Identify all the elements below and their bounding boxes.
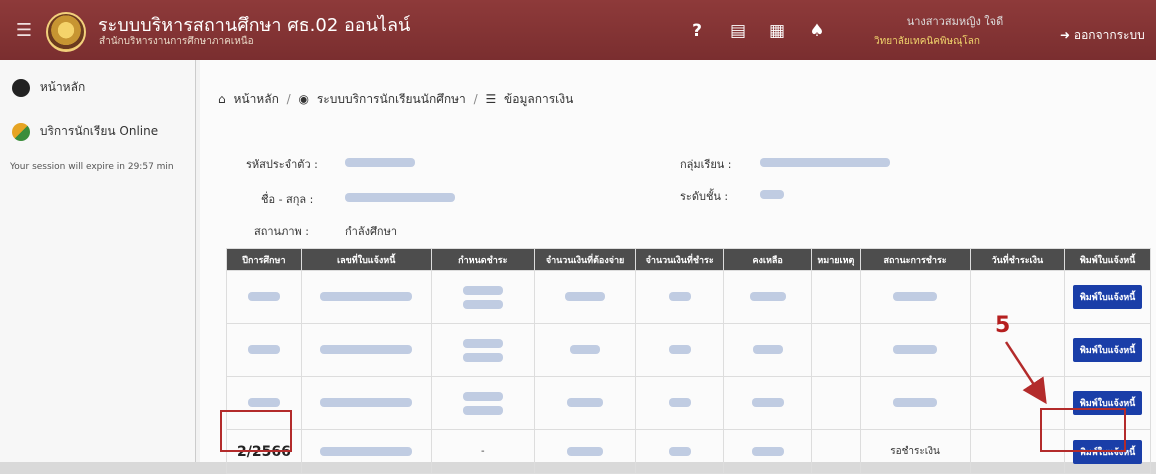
header-remark: หมายเหตุ [811,248,861,271]
header-payment-status: สถานะการชำระ [859,248,971,271]
user-school: วิทยาลัยเทคนิคพิษณุโลก [874,36,980,47]
cell-amount-due [533,270,637,324]
header-due-date: กำหนดชำระ [430,248,535,271]
breadcrumb-home[interactable]: หน้าหลัก [233,92,278,106]
cell-term [226,270,302,324]
home-icon [12,78,30,97]
header-term: ปีการศึกษา [226,248,302,271]
sidebar-item-home[interactable]: หน้าหลัก [12,78,85,97]
cell-balance [723,270,813,324]
group-value [760,155,890,168]
level-label: ระดับชั้น : [680,190,729,203]
sidebar-item-online-services[interactable]: บริการนักเรียน Online [12,122,158,141]
cell-amount-due [533,376,637,430]
header-print-invoice: พิมพ์ใบแจ้งหนี้ [1064,248,1151,271]
session-timer: Your session will expire in 29:57 min [10,162,174,172]
bell-icon[interactable]: ♠ [806,20,828,42]
cell-amount-due [533,429,637,474]
cell-amount-paid [635,376,725,430]
cell-invoice-no[interactable] [300,270,432,324]
services-icon: ◉ [298,92,310,106]
student-id-label: รหัสประจำตัว : [246,158,318,171]
cell-payment-date [969,270,1066,324]
student-name-label: ชื่อ - สกุล : [261,193,314,206]
app-subtitle: สำนักบริหารงานการศึกษาภาคเหนือ [99,36,254,47]
header-balance: คงเหลือ [723,248,813,271]
table-row: พิมพ์ใบแจ้งหนี้ [226,376,1151,430]
group-label: กลุ่มเรียน : [680,158,732,171]
cell-balance [723,429,813,474]
home-icon: ⌂ [218,92,226,106]
cell-remark [811,270,861,324]
annotation-number: 5 [995,313,1011,338]
cell-remark [811,376,861,430]
header-amount-due: จำนวนเงินที่ต้องจ่าย [533,248,637,271]
ministry-seal-logo [46,12,86,52]
breadcrumb-service[interactable]: ระบบบริการนักเรียนนักศึกษา [317,92,466,106]
logout-button[interactable]: ➜ ออกจากระบบ [1060,26,1145,45]
list-icon: ☰ [485,92,497,106]
app-window: ☰ ระบบบริหารสถานศึกษา ศธ.02 ออนไลน์ สำนั… [0,0,1156,474]
cell-due-date: - [430,429,535,474]
cell-amount-due [533,323,637,377]
highlight-print-box [1040,408,1126,452]
header-payment-date: วันที่ชำระเงิน [969,248,1066,271]
breadcrumb-current: ข้อมูลการเงิน [504,92,574,106]
cell-invoice-no[interactable] [300,376,432,430]
logout-label: ออกจากระบบ [1073,28,1145,42]
cell-amount-paid [635,270,725,324]
logout-icon: ➜ [1060,28,1071,42]
cell-invoice-no[interactable] [300,323,432,377]
print-invoice-button[interactable]: พิมพ์ใบแจ้งหนี้ [1072,285,1143,309]
cell-payment-date [969,323,1066,377]
cell-amount-paid [635,323,725,377]
cell-print: พิมพ์ใบแจ้งหนี้ [1064,323,1151,377]
cell-balance [723,376,813,430]
main-content: ⌂ หน้าหลัก / ◉ ระบบบริการนักเรียนนักศึกษ… [200,60,1156,474]
cell-status: รอชำระเงิน [859,429,971,474]
cell-amount-paid [635,429,725,474]
cell-remark [811,429,861,474]
invoice-table: ปีการศึกษา เลขที่ใบแจ้งหนี้ กำหนดชำระ จำ… [226,248,1151,474]
sidebar-item-label: บริการนักเรียน Online [39,124,159,138]
student-name-value [345,190,455,203]
breadcrumb-separator: / [286,92,291,106]
cell-due-date [430,376,535,430]
help-icon[interactable]: ? [686,20,708,42]
header-invoice-no: เลขที่ใบแจ้งหนี้ [300,248,432,271]
cell-balance [723,323,813,377]
print-invoice-button[interactable]: พิมพ์ใบแจ้งหนี้ [1072,338,1143,362]
sidebar-item-label: หน้าหลัก [39,80,86,94]
cell-invoice-no[interactable] [300,429,432,474]
top-navbar: ☰ ระบบบริหารสถานศึกษา ศธ.02 ออนไลน์ สำนั… [0,0,1156,60]
header-amount-paid: จำนวนเงินที่ชำระ [635,248,725,271]
cell-status [859,323,971,377]
table-header-row: ปีการศึกษา เลขที่ใบแจ้งหนี้ กำหนดชำระ จำ… [226,248,1151,271]
table-row: พิมพ์ใบแจ้งหนี้ [226,323,1151,377]
calendar-icon[interactable]: ▦ [766,20,788,42]
student-id-value [345,155,415,168]
notes-icon[interactable]: ▤ [727,20,749,42]
cell-status [859,270,971,324]
highlight-term-box [220,410,292,452]
cell-status [859,376,971,430]
cell-due-date [430,323,535,377]
user-name: นางสาวสมหญิง ใจดี [906,15,1004,28]
table-row: พิมพ์ใบแจ้งหนี้ [226,270,1151,324]
menu-icon[interactable]: ☰ [12,20,36,42]
sidebar: หน้าหลัก บริการนักเรียน Online Your sess… [0,60,196,462]
cell-due-date [430,270,535,324]
student-status-value: กำลังศึกษา [345,225,398,238]
student-status-label: สถานภาพ : [254,225,309,238]
cell-print: พิมพ์ใบแจ้งหนี้ [1064,270,1151,324]
breadcrumb: ⌂ หน้าหลัก / ◉ ระบบบริการนักเรียนนักศึกษ… [218,90,577,109]
table-row: 2/2566 - รอชำระเงิน พิมพ์ใบแจ้งหนี้ [226,429,1151,474]
breadcrumb-separator: / [473,92,478,106]
level-value [760,187,784,200]
cell-remark [811,323,861,377]
cell-term [226,323,302,377]
services-icon [12,122,30,141]
